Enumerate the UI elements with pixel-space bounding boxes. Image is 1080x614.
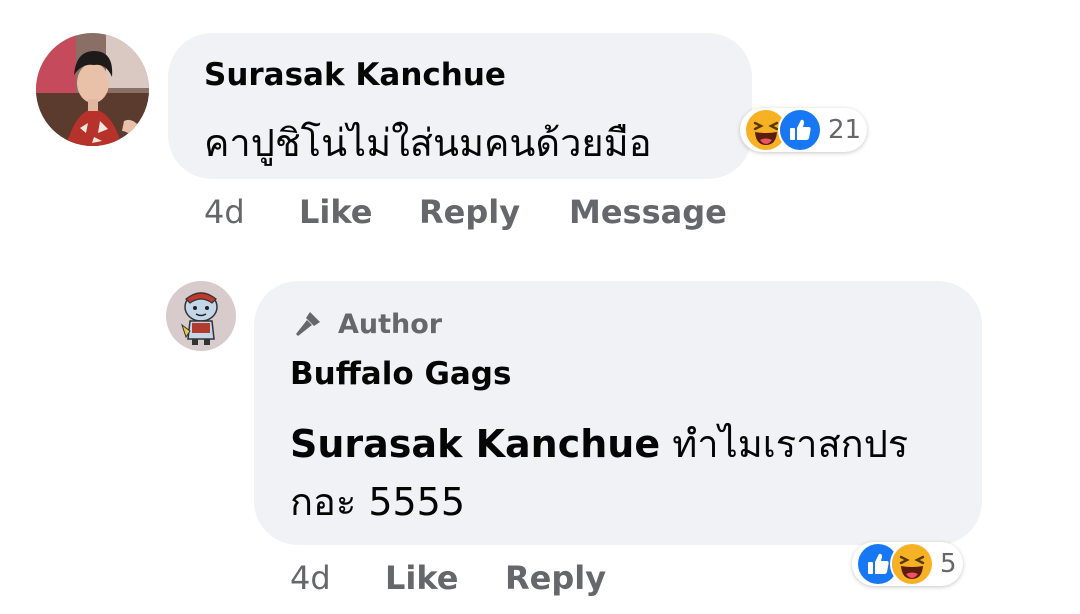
reaction-count: 5 <box>940 549 957 579</box>
mention-link[interactable]: Surasak Kanchue <box>290 422 660 466</box>
reply-text-line1: ทำไมเราสกปร <box>660 422 909 466</box>
haha-icon <box>890 542 934 586</box>
reply-reactions[interactable]: 5 <box>852 542 963 586</box>
reply-timestamp[interactable]: 4d <box>290 559 331 597</box>
comment-reactions[interactable]: 21 <box>740 108 868 152</box>
like-icon <box>778 108 822 152</box>
reply-button[interactable]: Reply <box>419 193 520 231</box>
comment-timestamp[interactable]: 4d <box>204 193 245 231</box>
message-button[interactable]: Message <box>569 193 727 231</box>
reply-text: Surasak Kanchue ทำไมเราสกปร กอะ 5555 <box>290 415 908 531</box>
like-button[interactable]: Like <box>299 193 372 231</box>
like-button[interactable]: Like <box>385 559 458 597</box>
commenter-avatar[interactable] <box>36 33 149 146</box>
reply-button[interactable]: Reply <box>505 559 606 597</box>
reply-text-line2: กอะ 5555 <box>290 480 466 524</box>
microphone-icon <box>290 306 326 342</box>
reply-author-avatar[interactable] <box>166 281 236 351</box>
author-badge-label: Author <box>338 308 443 340</box>
comment-author-name[interactable]: Surasak Kanchue <box>204 57 506 93</box>
reply-author-name[interactable]: Buffalo Gags <box>290 356 511 392</box>
comment-text: คาปูชิโน่ไม่ใส่นมคนด้วยมือ <box>204 121 652 165</box>
author-badge: Author <box>290 306 442 342</box>
reaction-count: 21 <box>828 115 862 145</box>
